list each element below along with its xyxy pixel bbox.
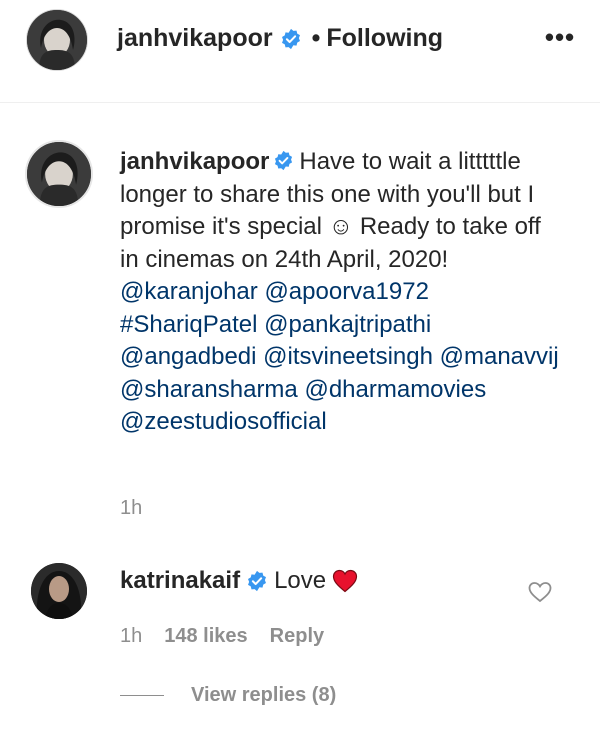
more-horizontal-icon[interactable]: ••• xyxy=(542,22,578,52)
mention-link[interactable]: @apoorva1972 xyxy=(264,278,428,305)
comment-meta: 1h 148 likes Reply xyxy=(120,625,324,648)
comment-username[interactable]: katrinakaif xyxy=(120,566,240,596)
following-button[interactable]: Following xyxy=(326,24,443,53)
separator-dot: • xyxy=(311,24,321,52)
red-heart-emoji-icon xyxy=(333,569,358,593)
mention-link[interactable]: @karanjohar xyxy=(120,278,258,305)
header-username[interactable]: janhvikapoor xyxy=(117,24,273,53)
commenter-avatar[interactable] xyxy=(31,563,87,619)
caption-username[interactable]: janhvikapoor xyxy=(120,148,269,175)
caption-timestamp[interactable]: 1h xyxy=(120,497,142,520)
post-header: janhvikapoor • Following ••• xyxy=(0,0,600,103)
mention-link[interactable]: @dharmamovies xyxy=(304,376,486,403)
caption-text-block: janhvikapoor Have to wait a litttttle lo… xyxy=(120,146,560,439)
comment-timestamp[interactable]: 1h xyxy=(120,625,142,648)
verified-badge-icon xyxy=(248,570,267,592)
verified-badge-icon xyxy=(275,150,293,171)
mention-link[interactable]: @zeestudiosofficial xyxy=(120,408,327,435)
mention-link[interactable]: @angadbedi xyxy=(120,343,256,370)
mention-link[interactable]: @sharansharma xyxy=(120,376,298,403)
heart-outline-icon[interactable] xyxy=(527,580,553,604)
comment-likes[interactable]: 148 likes xyxy=(164,625,247,648)
mention-link[interactable]: @itsvineetsingh xyxy=(263,343,433,370)
comment-text-block: katrinakaif Love xyxy=(120,566,358,596)
mention-link[interactable]: @manavvij xyxy=(440,343,559,370)
view-replies-button[interactable]: View replies (8) xyxy=(120,684,336,707)
hashtag-link[interactable]: #ShariqPatel xyxy=(120,311,257,338)
mention-link[interactable]: @pankajtripathi xyxy=(264,311,431,338)
view-replies-label[interactable]: View replies (8) xyxy=(191,684,336,707)
comment-text: Love xyxy=(274,567,327,594)
reply-button[interactable]: Reply xyxy=(270,625,324,648)
replies-divider-line xyxy=(120,695,164,696)
verified-badge-icon xyxy=(281,28,300,49)
caption-avatar[interactable] xyxy=(25,140,93,208)
profile-avatar[interactable] xyxy=(26,9,88,71)
